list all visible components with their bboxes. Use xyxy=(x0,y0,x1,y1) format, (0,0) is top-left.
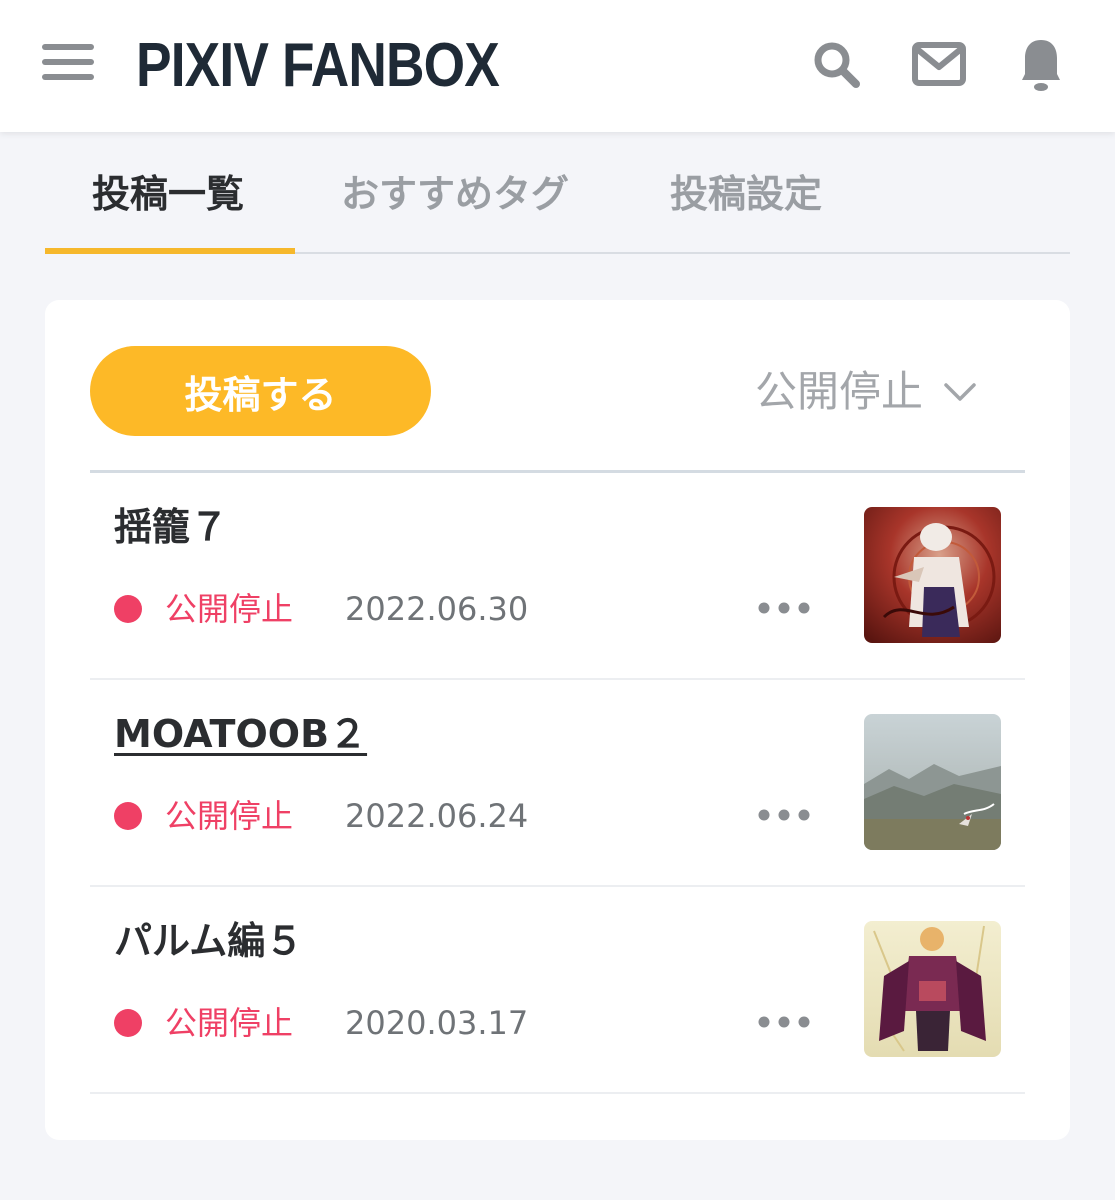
menu-icon[interactable] xyxy=(42,44,94,82)
misty-landscape-artwork-image xyxy=(864,714,1001,850)
mail-icon[interactable] xyxy=(912,42,966,86)
more-options-icon[interactable] xyxy=(758,802,810,828)
post-row[interactable]: パルム編５ 公開停止 2020.03.17 xyxy=(90,887,1025,1094)
bell-icon[interactable] xyxy=(1020,38,1062,92)
post-date: 2020.03.17 xyxy=(345,1004,529,1042)
post-status: 公開停止 xyxy=(165,1004,294,1042)
active-tab-indicator xyxy=(45,248,295,254)
post-title[interactable]: 揺籠７ xyxy=(114,503,228,551)
tab-post-settings[interactable]: 投稿設定 xyxy=(670,164,822,224)
post-date: 2022.06.24 xyxy=(345,797,529,835)
post-thumbnail[interactable] xyxy=(864,507,1001,643)
post-row[interactable]: 揺籠７ 公開停止 2022.06.30 xyxy=(90,473,1025,680)
post-status: 公開停止 xyxy=(165,797,294,835)
menu-line xyxy=(42,59,94,65)
status-dot-icon xyxy=(114,595,142,623)
search-icon[interactable] xyxy=(812,40,860,88)
menu-line xyxy=(42,44,94,50)
app-header: PIXIV FANBOX xyxy=(0,0,1115,132)
tab-recommended-tags[interactable]: おすすめタグ xyxy=(341,164,569,224)
purple-character-artwork-image xyxy=(864,921,1001,1057)
red-character-artwork-image xyxy=(864,507,1001,643)
chevron-down-icon xyxy=(944,383,976,401)
tab-post-list[interactable]: 投稿一覧 xyxy=(92,164,244,224)
more-options-icon[interactable] xyxy=(758,1009,810,1035)
post-title[interactable]: MOATOOB２ xyxy=(114,710,367,758)
post-list-card: 投稿する 公開停止 揺籠７ 公開停止 2022.06.30 MOATOOB２ 公… xyxy=(45,300,1070,1140)
more-options-icon[interactable] xyxy=(758,595,810,621)
post-date: 2022.06.30 xyxy=(345,590,529,628)
post-thumbnail[interactable] xyxy=(864,921,1001,1057)
filter-selected-label: 公開停止 xyxy=(755,367,924,416)
post-title[interactable]: パルム編５ xyxy=(114,917,303,965)
post-thumbnail[interactable] xyxy=(864,714,1001,850)
status-dot-icon xyxy=(114,802,142,830)
post-status: 公開停止 xyxy=(165,590,294,628)
status-filter-dropdown[interactable]: 公開停止 xyxy=(755,360,977,424)
post-row[interactable]: MOATOOB２ 公開停止 2022.06.24 xyxy=(90,680,1025,887)
tab-bar: 投稿一覧 おすすめタグ 投稿設定 xyxy=(45,140,1070,254)
menu-line xyxy=(42,74,94,80)
app-logo[interactable]: PIXIV FANBOX xyxy=(136,28,500,104)
status-dot-icon xyxy=(114,1009,142,1037)
create-post-button[interactable]: 投稿する xyxy=(90,346,431,436)
